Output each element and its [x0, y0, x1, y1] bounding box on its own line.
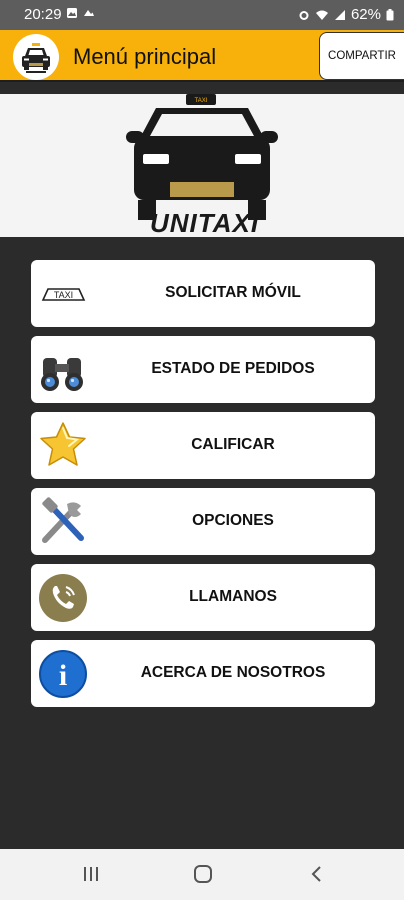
- recents-icon[interactable]: [82, 864, 100, 884]
- page-title: Menú principal: [73, 44, 217, 69]
- menu-item-label: ACERCA DE NOSOTROS: [140, 664, 326, 681]
- info-icon: i: [39, 650, 87, 698]
- system-nav-bar: [0, 849, 404, 900]
- share-button[interactable]: COMPARTIR: [319, 32, 404, 80]
- menu-item-label: CALIFICAR: [191, 436, 275, 453]
- menu-item-label: OPCIONES: [192, 512, 274, 529]
- about-us-button[interactable]: i ACERCA DE NOSOTROS: [31, 640, 375, 707]
- request-taxi-button[interactable]: TAXI SOLICITAR MÓVIL: [31, 260, 375, 327]
- battery-icon: [386, 8, 394, 20]
- options-button[interactable]: OPCIONES: [31, 488, 375, 555]
- home-icon[interactable]: [193, 864, 213, 884]
- status-time: 20:29: [24, 6, 62, 23]
- signal-icon: [334, 9, 345, 20]
- menu-item-label: ESTADO DE PEDIDOS: [151, 360, 315, 377]
- divider: [0, 82, 404, 94]
- taxi-sign-icon: TAXI: [41, 288, 86, 301]
- cloud-icon: [84, 10, 94, 16]
- taxi-sign-text: TAXI: [195, 98, 208, 104]
- back-icon[interactable]: [309, 864, 323, 884]
- binoculars-icon: [41, 358, 83, 391]
- status-bar: 20:29 62%: [0, 0, 404, 30]
- gallery-icon: [67, 8, 77, 18]
- rate-button[interactable]: CALIFICAR: [31, 412, 375, 479]
- call-us-button[interactable]: LLAMANOS: [31, 564, 375, 631]
- app-logo-icon: [13, 34, 59, 80]
- menu-item-label: LLAMANOS: [189, 588, 277, 605]
- app-bar: Menú principal COMPARTIR: [0, 30, 404, 82]
- phone-icon: [39, 574, 87, 622]
- wifi-icon: [315, 10, 328, 20]
- menu-item-label: SOLICITAR MÓVIL: [165, 284, 301, 301]
- brand-banner: TAXI UNITAXI: [0, 94, 404, 237]
- battery-level: 62%: [350, 6, 381, 23]
- alarm-icon: [299, 10, 309, 20]
- info-glyph: i: [59, 659, 67, 692]
- star-icon: [40, 422, 86, 466]
- tools-icon: [42, 497, 84, 543]
- taxi-sign-text: TAXI: [54, 290, 73, 300]
- menu-list: TAXI SOLICITAR MÓVIL ESTADO DE PEDIDOS C…: [0, 237, 404, 849]
- brand-name: UNITAXI: [150, 208, 260, 237]
- order-status-button[interactable]: ESTADO DE PEDIDOS: [31, 336, 375, 403]
